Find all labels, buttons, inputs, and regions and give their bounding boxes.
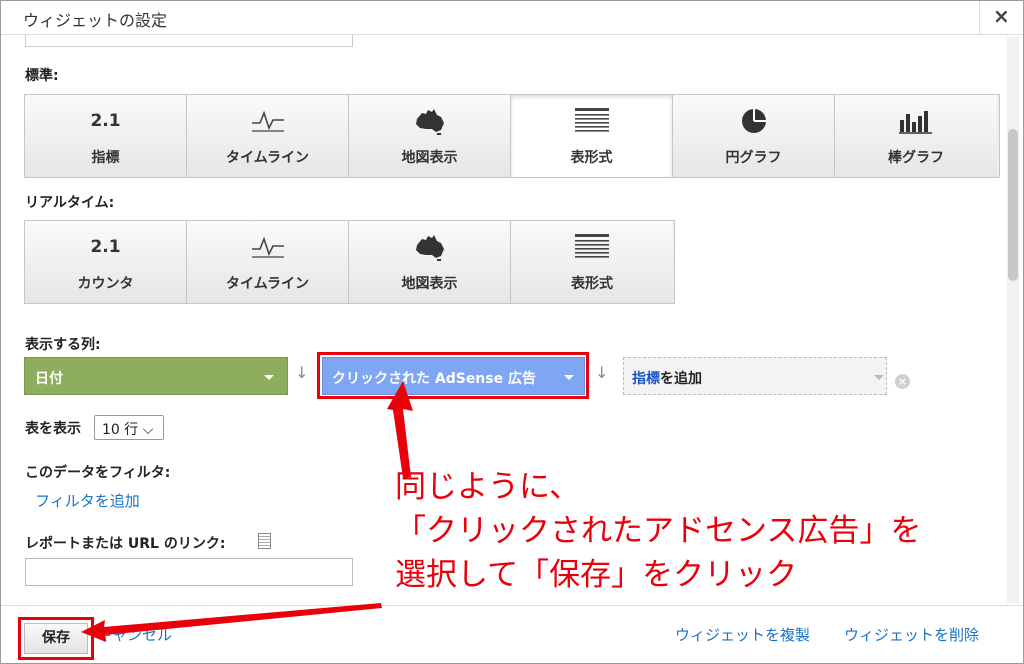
viz-label: 表形式 bbox=[570, 150, 613, 166]
viz-label: タイムライン bbox=[225, 276, 310, 292]
viz-label: 表形式 bbox=[571, 276, 613, 292]
table-icon bbox=[575, 234, 609, 258]
viz-label: 棒グラフ bbox=[888, 150, 944, 166]
metric-value: クリックされた AdSense 広告 bbox=[332, 371, 536, 387]
title-input-remnant[interactable] bbox=[25, 35, 353, 47]
sort-arrow-icon[interactable]: ↓ bbox=[595, 363, 608, 382]
metric-dropdown[interactable]: クリックされた AdSense 広告 bbox=[322, 357, 585, 395]
add-metric-dropdown[interactable]: 指標を追加 bbox=[623, 357, 887, 395]
bar-chart-icon bbox=[899, 111, 932, 134]
viz-label: 地図表示 bbox=[401, 276, 458, 292]
close-button[interactable]: × bbox=[979, 1, 1023, 35]
viz-metric-button[interactable]: 2.1 指標 bbox=[25, 95, 187, 177]
timeline-icon bbox=[251, 110, 284, 132]
add-filter-link[interactable]: フィルタを追加 bbox=[35, 490, 140, 511]
report-link-label: レポートまたは URL のリンク: bbox=[25, 536, 226, 552]
dimension-dropdown[interactable]: 日付 bbox=[24, 357, 288, 395]
chevron-down-icon bbox=[564, 375, 574, 380]
rows-label: 表を表示 bbox=[25, 421, 81, 437]
rt-viz-counter-button[interactable]: 2.1 カウンタ bbox=[25, 221, 187, 303]
counter-number-icon: 2.1 bbox=[90, 237, 121, 257]
viz-timeline-button[interactable]: タイムライン bbox=[187, 95, 349, 177]
viz-label: 指標 bbox=[91, 150, 120, 166]
add-metric-link[interactable]: 指標 bbox=[632, 371, 660, 387]
annotation-line: 同じように、 bbox=[395, 469, 581, 505]
columns-section-label: 表示する列: bbox=[25, 337, 101, 353]
rt-viz-table-button[interactable]: 表形式 bbox=[511, 221, 673, 303]
rt-viz-map-button[interactable]: 地図表示 bbox=[349, 221, 511, 303]
chevron-down-icon bbox=[874, 375, 884, 380]
viz-label: タイムライン bbox=[225, 150, 310, 166]
cancel-link[interactable]: キャンセル bbox=[97, 624, 172, 645]
viz-map-button[interactable]: 地図表示 bbox=[349, 95, 511, 177]
dialog-footer: 保存 キャンセル ウィジェットを複製 ウィジェットを削除 bbox=[1, 605, 1023, 663]
viz-pie-button[interactable]: 円グラフ bbox=[673, 95, 835, 177]
realtime-viz-row: 2.1 カウンタ タイムライン 地図表示 表形式 bbox=[24, 220, 675, 304]
annotation-text: 同じように、 「クリックされたアドセンス広告」を 選択して「保存」をクリック bbox=[395, 465, 921, 597]
scrollbar-thumb[interactable] bbox=[1008, 129, 1018, 281]
viz-label: 円グラフ bbox=[725, 150, 782, 166]
rows-select[interactable]: 10 行 ⌵ bbox=[94, 415, 164, 440]
realtime-section-label: リアルタイム: bbox=[25, 195, 115, 211]
duplicate-widget-link[interactable]: ウィジェットを複製 bbox=[675, 624, 810, 645]
metric-number-icon: 2.1 bbox=[90, 111, 121, 131]
viz-table-button[interactable]: 表形式 bbox=[511, 95, 673, 177]
standard-viz-row: 2.1 指標 タイムライン 地図表示 表形式 円グラフ 棒グラフ bbox=[24, 94, 1000, 178]
australia-map-icon bbox=[415, 109, 444, 135]
report-url-input[interactable] bbox=[25, 558, 353, 586]
delete-widget-link[interactable]: ウィジェットを削除 bbox=[844, 624, 979, 645]
sort-arrow-icon[interactable]: ↓ bbox=[295, 363, 308, 382]
viz-bar-button[interactable]: 棒グラフ bbox=[835, 95, 997, 177]
document-icon bbox=[258, 533, 271, 549]
table-icon bbox=[574, 108, 609, 132]
timeline-icon bbox=[251, 236, 284, 258]
pie-chart-icon bbox=[741, 109, 766, 133]
remove-column-icon[interactable]: × bbox=[895, 374, 910, 389]
annotation-line: 選択して「保存」をクリック bbox=[395, 557, 798, 593]
standard-section-label: 標準: bbox=[25, 68, 59, 84]
dialog-title: ウィジェットの設定 bbox=[23, 11, 168, 30]
widget-settings-dialog: ウィジェットの設定 × 標準: 2.1 指標 タイムライン 地図表示 表形式 円… bbox=[0, 0, 1024, 664]
rt-viz-timeline-button[interactable]: タイムライン bbox=[187, 221, 349, 303]
scrollbar[interactable] bbox=[1007, 37, 1019, 603]
add-metric-suffix: を追加 bbox=[660, 371, 702, 387]
annotation-line: 「クリックされたアドセンス広告」を bbox=[395, 513, 922, 549]
close-icon[interactable]: × bbox=[993, 4, 1010, 28]
dialog-titlebar: ウィジェットの設定 × bbox=[1, 1, 1023, 35]
dimension-value: 日付 bbox=[35, 371, 63, 387]
viz-label: 地図表示 bbox=[401, 150, 458, 166]
chevron-down-icon bbox=[264, 375, 274, 380]
highlight-box-save bbox=[18, 617, 94, 660]
filter-label: このデータをフィルタ: bbox=[25, 465, 171, 481]
viz-label: カウンタ bbox=[77, 276, 134, 292]
australia-map-icon bbox=[415, 235, 444, 261]
